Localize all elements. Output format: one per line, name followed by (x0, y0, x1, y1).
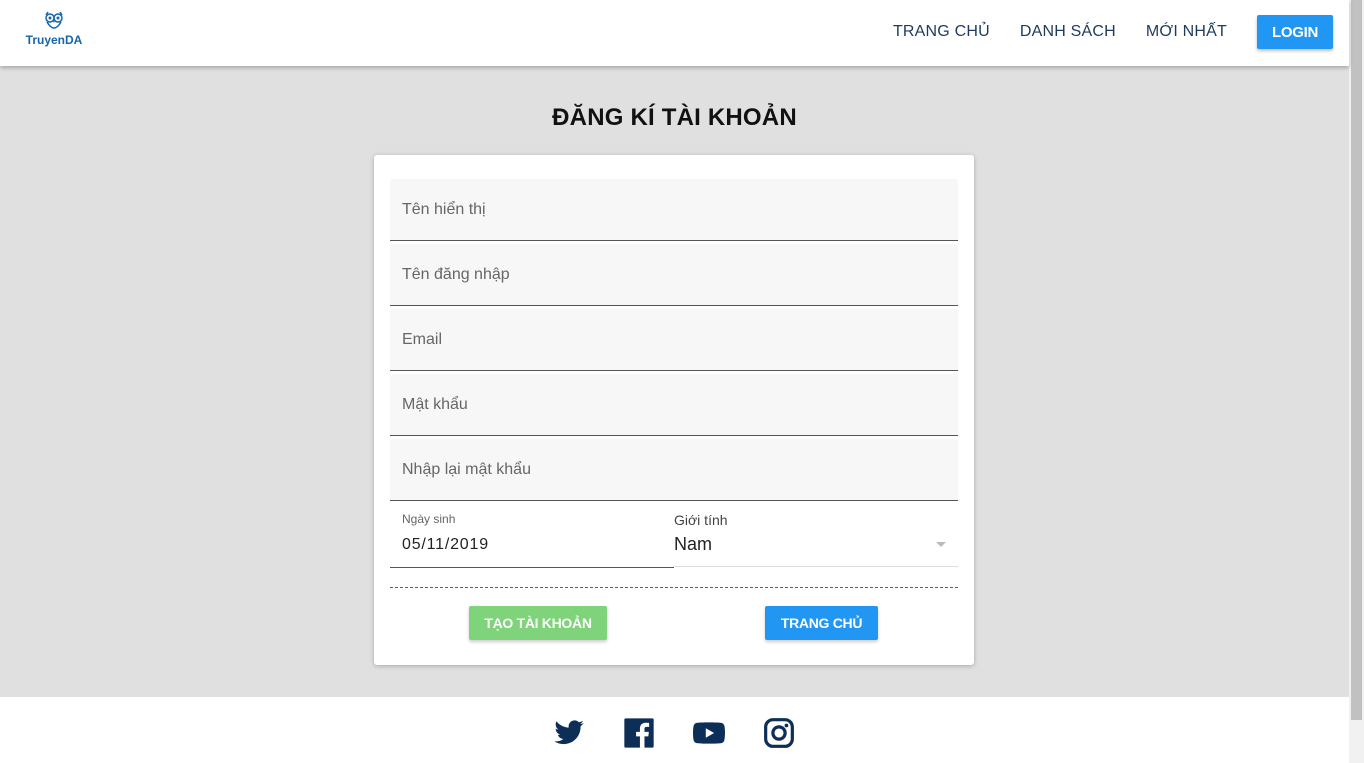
scrollbar-thumb[interactable] (1351, 0, 1362, 720)
page-scrollbar[interactable] (1349, 0, 1364, 763)
nav-link-list[interactable]: DANH SÁCH (1020, 15, 1116, 49)
nav-link-home[interactable]: TRANG CHỦ (893, 15, 990, 49)
instagram-icon[interactable] (763, 717, 795, 749)
gender-select[interactable]: Giới tính Nam (674, 500, 958, 567)
youtube-icon[interactable] (693, 717, 725, 749)
email-field (390, 309, 958, 371)
nav-links: TRANG CHỦ DANH SÁCH MỚI NHẤT LOGIN (893, 15, 1333, 49)
brand-logo[interactable]: TruyenDA (22, 10, 86, 50)
username-field (390, 244, 958, 306)
gender-value[interactable]: Nam (674, 534, 712, 555)
facebook-icon[interactable] (623, 717, 655, 749)
register-form-card: Ngày sinh 05/11/2019 Giới tính Nam TẠO T… (374, 155, 974, 665)
home-button[interactable]: TRANG CHỦ (765, 606, 878, 640)
twitter-icon[interactable] (553, 717, 585, 749)
birthday-label: Ngày sinh (402, 512, 456, 526)
gender-label: Giới tính (674, 512, 728, 528)
password-field (390, 374, 958, 436)
display-name-input[interactable] (390, 179, 958, 240)
birthday-value[interactable]: 05/11/2019 (402, 536, 489, 554)
brand-name: TruyenDA (25, 33, 83, 47)
chevron-down-icon[interactable] (936, 542, 946, 547)
page-title: ĐĂNG KÍ TÀI KHOẢN (552, 104, 797, 131)
birthday-field[interactable]: Ngày sinh 05/11/2019 (390, 500, 674, 568)
login-button[interactable]: LOGIN (1257, 15, 1333, 49)
owl-logo-icon (45, 11, 63, 29)
email-input[interactable] (390, 309, 958, 370)
footer (0, 697, 1349, 763)
confirm-password-field (390, 439, 958, 501)
nav-link-latest[interactable]: MỚI NHẤT (1146, 15, 1227, 49)
create-account-button[interactable]: TẠO TÀI KHOẢN (469, 606, 607, 640)
confirm-password-input[interactable] (390, 439, 958, 500)
display-name-field (390, 179, 958, 241)
username-input[interactable] (390, 244, 958, 305)
form-divider (390, 587, 958, 588)
top-navbar: TruyenDA TRANG CHỦ DANH SÁCH MỚI NHẤT LO… (0, 0, 1349, 66)
password-input[interactable] (390, 374, 958, 435)
